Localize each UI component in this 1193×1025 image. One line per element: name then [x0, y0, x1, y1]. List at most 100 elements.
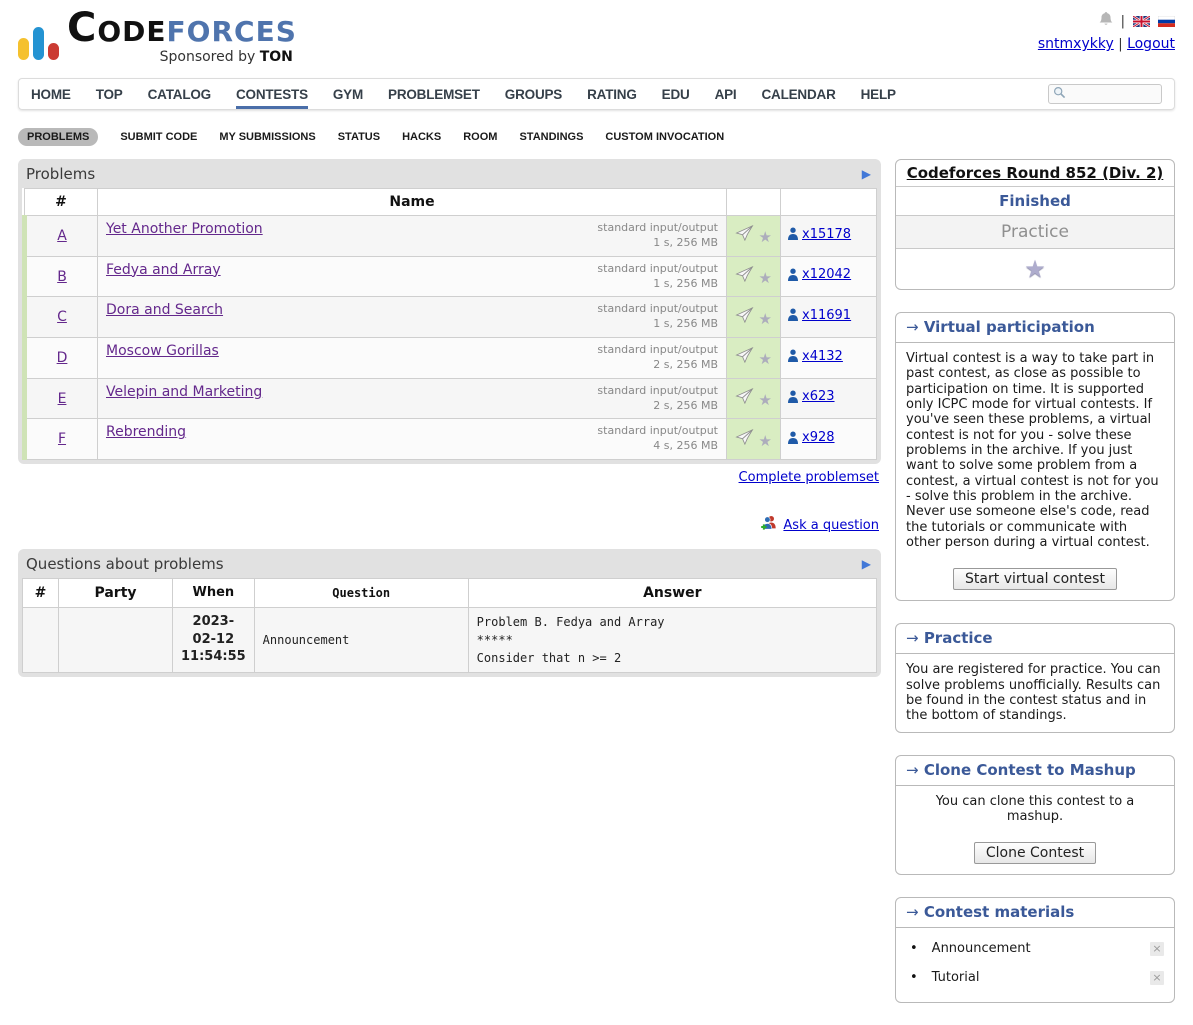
problem-name-link[interactable]: Rebrending	[106, 424, 186, 440]
problem-name-link[interactable]: Moscow Gorillas	[106, 343, 219, 359]
bell-icon[interactable]	[1099, 11, 1113, 31]
problem-index-link[interactable]: F	[58, 431, 66, 447]
logo-sponsor: Sponsored by TON	[67, 50, 297, 64]
close-icon[interactable]: ×	[1150, 942, 1164, 956]
problem-name-link[interactable]: Dora and Search	[106, 302, 223, 318]
solved-count-link[interactable]: x4132	[787, 349, 843, 364]
question-party	[59, 607, 173, 672]
favorite-star-icon[interactable]: ★	[759, 269, 772, 287]
practice-box: → Practice You are registered for practi…	[895, 623, 1175, 732]
contest-status-box: Codeforces Round 852 (Div. 2) Finished P…	[895, 159, 1175, 290]
problem-row: E standard input/output2 s, 256 MB Velep…	[25, 378, 877, 419]
submit-plane-icon[interactable]	[735, 270, 754, 286]
submit-plane-icon[interactable]	[735, 229, 754, 245]
subnav-status[interactable]: STATUS	[338, 131, 380, 143]
favorite-star-icon[interactable]: ★	[759, 391, 772, 409]
uk-flag-icon[interactable]	[1133, 16, 1150, 27]
problems-header-row: # Name	[25, 189, 877, 216]
problem-index-link[interactable]: B	[57, 269, 67, 285]
nav-item-calendar[interactable]: CALENDAR	[761, 80, 835, 109]
nav-item-home[interactable]: HOME	[31, 80, 71, 109]
problems-box: Problems ▶ # Name	[18, 159, 881, 464]
contest-favorite-star-icon[interactable]: ★	[1024, 255, 1046, 283]
problem-name-link[interactable]: Yet Another Promotion	[106, 221, 263, 237]
subnav-problems[interactable]: PROBLEMS	[18, 128, 98, 146]
start-virtual-contest-button[interactable]: Start virtual contest	[953, 568, 1117, 590]
subnav-my-submissions[interactable]: MY SUBMISSIONS	[219, 131, 315, 143]
question-answer: Problem B. Fedya and Array ***** Conside…	[468, 607, 876, 672]
clone-contest-button[interactable]: Clone Contest	[974, 842, 1096, 864]
problem-name-link[interactable]: Velepin and Marketing	[106, 384, 262, 400]
favorite-star-icon[interactable]: ★	[759, 432, 772, 450]
solved-count-link[interactable]: x928	[787, 430, 835, 445]
solved-count-link[interactable]: x15178	[787, 227, 851, 242]
collapse-arrow-icon[interactable]: ▶	[862, 557, 871, 571]
submit-plane-icon[interactable]	[735, 311, 754, 327]
contest-title-link[interactable]: Codeforces Round 852 (Div. 2)	[907, 164, 1164, 182]
problem-index-link[interactable]: C	[57, 309, 67, 325]
solved-count-link[interactable]: x623	[787, 389, 835, 404]
submit-plane-icon[interactable]	[735, 433, 754, 449]
question-text: Announcement	[254, 607, 468, 672]
nav-item-contests[interactable]: CONTESTS	[236, 80, 308, 109]
logo-word-code: Code	[67, 5, 167, 51]
username-link[interactable]: sntmxykky	[1038, 36, 1114, 52]
nav-item-edu[interactable]: EDU	[662, 80, 690, 109]
close-icon[interactable]: ×	[1150, 971, 1164, 985]
search-input[interactable]	[1069, 86, 1157, 102]
subnav-standings[interactable]: STANDINGS	[519, 131, 583, 143]
codeforces-logo[interactable]: Codeforces Sponsored by TON	[18, 8, 297, 64]
nav-item-problemset[interactable]: PROBLEMSET	[388, 80, 480, 109]
subnav-room[interactable]: ROOM	[463, 131, 497, 143]
submit-plane-icon[interactable]	[735, 351, 754, 367]
search-icon	[1053, 86, 1066, 102]
search-box[interactable]	[1048, 84, 1162, 104]
problem-row: A standard input/output1 s, 256 MB Yet A…	[25, 216, 877, 257]
problem-limits: standard input/output1 s, 256 MB	[597, 302, 718, 332]
problem-row: C standard input/output1 s, 256 MB Dora …	[25, 297, 877, 338]
complete-problemset-link[interactable]: Complete problemset	[739, 470, 879, 485]
nav-item-groups[interactable]: GROUPS	[505, 80, 562, 109]
contest-materials-box: → Contest materials • Announcement × • T…	[895, 897, 1175, 1003]
ask-question-link[interactable]: Ask a question	[783, 518, 879, 533]
submit-plane-icon[interactable]	[735, 392, 754, 408]
material-tutorial-link[interactable]: Tutorial	[932, 970, 1150, 985]
subnav-submit-code[interactable]: SUBMIT CODE	[120, 131, 197, 143]
subnav-hacks[interactable]: HACKS	[402, 131, 441, 143]
problem-index-link[interactable]: E	[58, 391, 67, 407]
sponsor-ton: TON	[260, 49, 293, 65]
problem-index-link[interactable]: A	[57, 228, 67, 244]
solved-count-link[interactable]: x12042	[787, 267, 851, 282]
nav-item-help[interactable]: HELP	[861, 80, 896, 109]
section-arrow-icon: →	[906, 903, 919, 921]
logo-bars-icon	[18, 8, 59, 60]
section-arrow-icon: →	[906, 318, 919, 336]
material-announcement-link[interactable]: Announcement	[932, 941, 1150, 956]
col-q-when: When	[173, 579, 255, 608]
logout-link[interactable]: Logout	[1127, 36, 1175, 52]
problem-index-link[interactable]: D	[57, 350, 68, 366]
problem-limits: standard input/output1 s, 256 MB	[597, 221, 718, 251]
person-icon	[787, 390, 799, 404]
logo-bar-blue	[33, 27, 44, 60]
favorite-star-icon[interactable]: ★	[759, 310, 772, 328]
solved-count-link[interactable]: x11691	[787, 308, 851, 323]
material-item: • Announcement ×	[910, 934, 1164, 963]
nav-item-api[interactable]: API	[715, 80, 737, 109]
page-header: Codeforces Sponsored by TON | sntmxykky	[18, 0, 1175, 72]
problem-name-link[interactable]: Fedya and Array	[106, 262, 221, 278]
nav-item-rating[interactable]: RATING	[587, 80, 637, 109]
logo-text: Codeforces Sponsored by TON	[67, 8, 297, 64]
person-icon	[787, 308, 799, 322]
favorite-star-icon[interactable]: ★	[759, 350, 772, 368]
nav-item-gym[interactable]: GYM	[333, 80, 363, 109]
favorite-star-icon[interactable]: ★	[759, 228, 772, 246]
col-q-party: Party	[59, 579, 173, 608]
nav-item-catalog[interactable]: CATALOG	[148, 80, 211, 109]
clone-title: Clone Contest to Mashup	[924, 761, 1136, 779]
col-q-answer: Answer	[468, 579, 876, 608]
collapse-arrow-icon[interactable]: ▶	[862, 167, 871, 181]
nav-item-top[interactable]: TOP	[96, 80, 123, 109]
subnav-custom-invocation[interactable]: CUSTOM INVOCATION	[605, 131, 724, 143]
ru-flag-icon[interactable]	[1158, 16, 1175, 27]
